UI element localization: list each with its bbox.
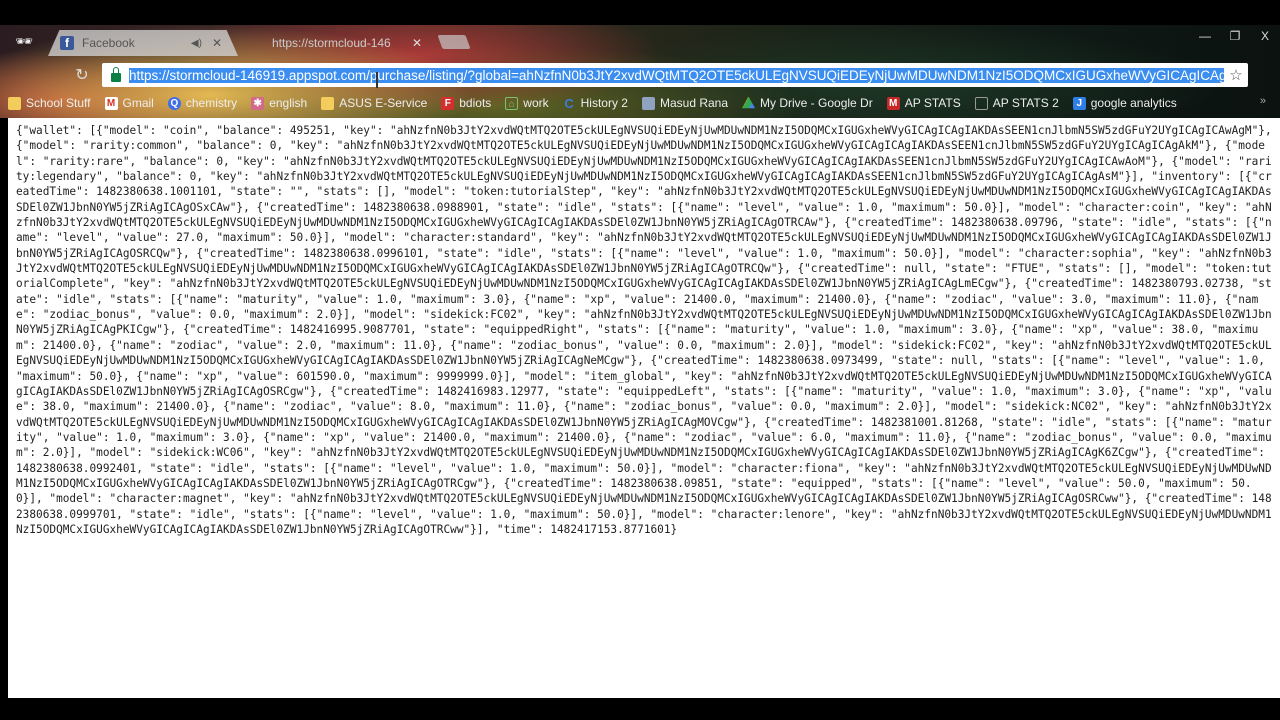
bookmark-school-stuff[interactable]: School Stuff: [8, 96, 91, 110]
bookmark-label: My Drive - Google Dr: [760, 96, 873, 110]
bookmark-ap-stats[interactable]: M AP STATS: [886, 96, 961, 110]
tab-facebook[interactable]: f Facebook ◀) ✕: [48, 30, 238, 56]
json-response-text: {"wallet": [{"model": "coin", "balance":…: [16, 124, 1279, 536]
facebook-icon: f: [60, 36, 74, 50]
new-tab-button[interactable]: [437, 35, 471, 49]
bookmark-label: ASUS E-Service: [339, 96, 428, 110]
bookmark-label: english: [269, 96, 308, 110]
bookmark-chemistry[interactable]: Qchemistry: [167, 96, 238, 110]
m-icon: M: [886, 96, 900, 110]
j-icon: J: [1072, 96, 1086, 110]
chemistry-icon: Q: [167, 96, 181, 110]
english-icon: ✱: [251, 96, 265, 110]
window-controls: — ❐ X: [1190, 25, 1280, 47]
url-text: https://stormcloud-146919.appspot.com/pu…: [129, 67, 1224, 83]
tab-label: https://stormcloud-146: [272, 36, 391, 50]
bookmark-google-analytics[interactable]: Jgoogle analytics: [1072, 96, 1177, 110]
bookmark-english[interactable]: ✱ english: [251, 96, 307, 110]
c-icon: C: [564, 95, 574, 111]
close-tab-icon[interactable]: ✕: [212, 36, 222, 50]
screen-top-bar: [0, 0, 1280, 25]
bookmark-asus-eservice[interactable]: ASUS E-Service: [321, 96, 427, 110]
bookmark-work[interactable]: ⌂ work: [505, 96, 549, 110]
tab-label: Facebook: [82, 36, 135, 50]
close-window-button[interactable]: X: [1250, 25, 1280, 47]
bookmark-ap-stats-2[interactable]: AP STATS 2: [974, 96, 1059, 110]
gmail-icon: M: [104, 96, 118, 110]
bookmarks-bar: School Stuff M Gmail Qchemistry ✱ english …: [8, 93, 1191, 113]
browser-chrome: 🕶 f Facebook ◀) ✕ https://stormcloud-146…: [0, 25, 1280, 118]
lock-icon: [111, 66, 121, 82]
bookmark-label: School Stuff: [26, 96, 91, 110]
restore-button[interactable]: ❐: [1220, 25, 1250, 47]
bookmark-bdiots[interactable]: Fbdiots: [441, 96, 491, 110]
bookmark-label: chemistry: [185, 96, 238, 110]
doc-icon: [974, 96, 988, 110]
bookmark-label: Masud Rana: [659, 96, 729, 110]
work-icon: ⌂: [505, 96, 519, 110]
url-input[interactable]: https://stormcloud-146919.appspot.com/pu…: [129, 67, 1224, 83]
bookmark-history-2[interactable]: C History 2: [563, 96, 628, 110]
address-bar[interactable]: https://stormcloud-146919.appspot.com/pu…: [102, 63, 1248, 87]
minimize-button[interactable]: —: [1190, 25, 1220, 47]
incognito-icon: 🕶: [15, 33, 33, 49]
bookmark-my-drive[interactable]: My Drive - Google Dr: [742, 96, 873, 110]
book-icon: [641, 96, 655, 110]
page-content: {"wallet": [{"model": "coin", "balance":…: [8, 118, 1280, 698]
close-tab-icon[interactable]: ✕: [412, 36, 422, 50]
bookmark-masud-rana[interactable]: Masud Rana: [641, 96, 729, 110]
bookmark-label: History 2: [580, 96, 628, 110]
tab-stormcloud[interactable]: https://stormcloud-146 ✕: [258, 30, 438, 56]
bookmark-gmail[interactable]: M Gmail: [104, 96, 154, 110]
folder-icon: [321, 96, 335, 110]
bookmark-label: work: [523, 96, 549, 110]
text-cursor: [376, 72, 378, 88]
screen-bottom-bar: [0, 698, 1280, 720]
f-icon: F: [441, 96, 455, 110]
reload-icon[interactable]: ↻: [72, 65, 92, 85]
folder-icon: [8, 96, 21, 110]
bookmark-label: AP STATS: [904, 96, 961, 110]
bookmark-label: AP STATS 2: [992, 96, 1059, 110]
bookmark-star-icon[interactable]: ☆: [1224, 66, 1248, 84]
bookmark-label: bdiots: [459, 96, 492, 110]
audio-icon[interactable]: ◀): [191, 38, 202, 49]
bookmarks-overflow-button[interactable]: »: [1260, 95, 1266, 107]
bookmark-label: Gmail: [122, 96, 154, 110]
drive-icon: [742, 96, 756, 109]
bookmark-label: google analytics: [1090, 96, 1177, 110]
